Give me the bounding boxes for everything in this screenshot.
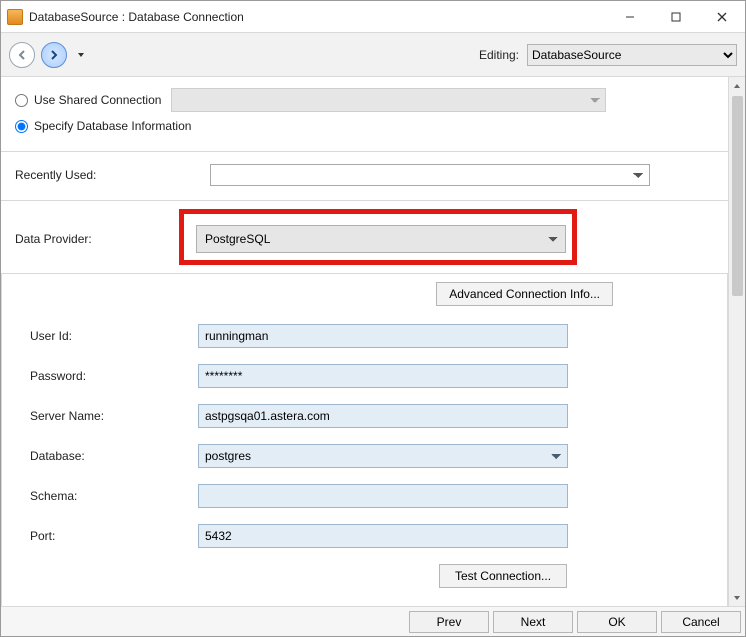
use-shared-radio[interactable] xyxy=(15,94,28,107)
specify-db-label: Specify Database Information xyxy=(34,119,191,133)
scroll-up-icon[interactable] xyxy=(729,77,745,94)
close-button[interactable] xyxy=(699,1,745,33)
editing-label: Editing: xyxy=(479,48,519,62)
recently-used-select[interactable] xyxy=(210,164,650,186)
cancel-button[interactable]: Cancel xyxy=(661,611,741,633)
connection-mode-section: Use Shared Connection Specify Database I… xyxy=(1,77,728,152)
ok-button[interactable]: OK xyxy=(577,611,657,633)
password-label: Password: xyxy=(30,369,198,383)
user-id-label: User Id: xyxy=(30,329,198,343)
data-provider-row: Data Provider: PostgreSQL xyxy=(1,201,728,274)
maximize-button[interactable] xyxy=(653,1,699,33)
port-input[interactable] xyxy=(198,524,568,548)
scroll-down-icon[interactable] xyxy=(729,589,745,606)
recently-used-row: Recently Used: xyxy=(1,152,728,201)
password-input[interactable] xyxy=(198,364,568,388)
minimize-button[interactable] xyxy=(607,1,653,33)
database-select[interactable]: postgres xyxy=(198,444,568,468)
footer: Prev Next OK Cancel xyxy=(1,606,745,636)
connection-form: Advanced Connection Info... User Id: Pas… xyxy=(1,274,728,606)
database-label: Database: xyxy=(30,449,198,463)
vertical-scrollbar[interactable] xyxy=(728,77,745,606)
recently-used-label: Recently Used: xyxy=(15,168,210,182)
prev-button[interactable]: Prev xyxy=(409,611,489,633)
schema-input[interactable] xyxy=(198,484,568,508)
next-button[interactable]: Next xyxy=(493,611,573,633)
nav-history-dropdown-icon[interactable] xyxy=(77,48,85,62)
window-title: DatabaseSource : Database Connection xyxy=(29,10,244,24)
toolbar: Editing: DatabaseSource xyxy=(1,33,745,77)
schema-label: Schema: xyxy=(30,489,198,503)
server-name-label: Server Name: xyxy=(30,409,198,423)
content-area: Use Shared Connection Specify Database I… xyxy=(1,77,728,606)
advanced-connection-button[interactable]: Advanced Connection Info... xyxy=(436,282,613,306)
app-icon xyxy=(7,9,23,25)
port-label: Port: xyxy=(30,529,198,543)
specify-db-radio[interactable] xyxy=(15,120,28,133)
titlebar: DatabaseSource : Database Connection xyxy=(1,1,745,33)
back-button[interactable] xyxy=(9,42,35,68)
server-name-input[interactable] xyxy=(198,404,568,428)
forward-button[interactable] xyxy=(41,42,67,68)
data-provider-select[interactable]: PostgreSQL xyxy=(196,225,566,253)
data-provider-label: Data Provider: xyxy=(15,232,196,246)
scroll-thumb[interactable] xyxy=(732,96,743,296)
use-shared-label: Use Shared Connection xyxy=(34,93,161,107)
test-connection-button[interactable]: Test Connection... xyxy=(439,564,567,588)
editing-select[interactable]: DatabaseSource xyxy=(527,44,737,66)
user-id-input[interactable] xyxy=(198,324,568,348)
shared-connection-select xyxy=(171,88,606,112)
